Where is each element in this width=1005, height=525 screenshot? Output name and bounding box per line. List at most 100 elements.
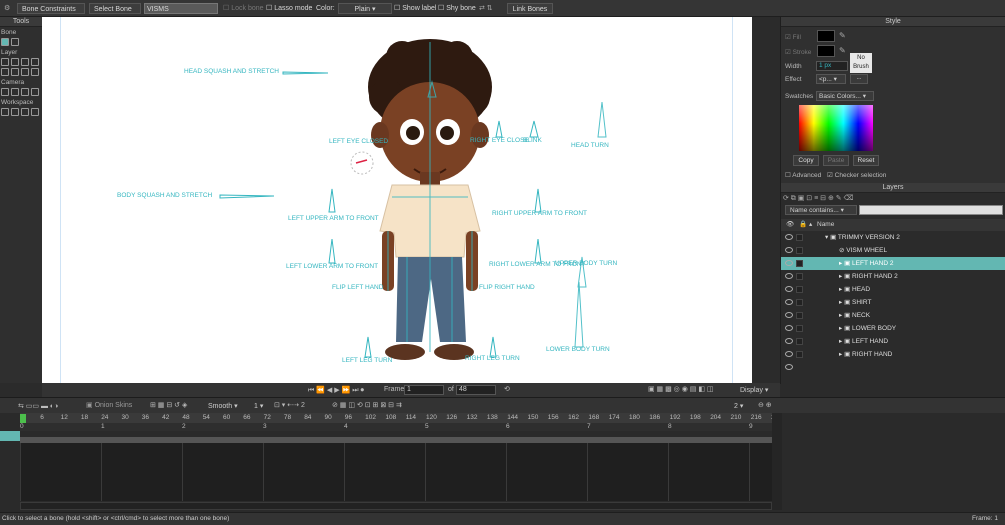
bone-name-field[interactable]: VISMS <box>144 3 218 14</box>
view-mode-icons[interactable]: ▣ ▦ ▩ ◎ ◉ ▤ ◧ ◫ <box>648 385 714 393</box>
frame-ruler[interactable]: 0612182430364248546066727884909610210811… <box>20 413 778 423</box>
layer-row[interactable]: ▸ ▣ LOWER BODY <box>781 322 1005 335</box>
lasso-mode-checkbox[interactable]: ☐ Lasso mode <box>266 3 312 14</box>
interpolation-dropdown[interactable]: Smooth ▾ <box>208 402 238 410</box>
frame-input[interactable]: 1 <box>404 385 444 395</box>
no-brush-button[interactable]: No Brush <box>850 53 872 73</box>
stroke-color-swatch[interactable] <box>817 45 835 57</box>
layer-row[interactable]: ▸ ▣ SHIRT <box>781 296 1005 309</box>
display-menu[interactable]: Display ▾ <box>740 386 768 394</box>
camera-tool-4-icon[interactable] <box>31 88 39 96</box>
stroke-eyedropper-icon[interactable]: ✎ <box>839 46 846 55</box>
camera-tool-3-icon[interactable] <box>21 88 29 96</box>
layer-filter-dropdown[interactable]: Name contains... ▾ <box>785 205 857 215</box>
layer-tool-2-icon[interactable] <box>11 58 19 66</box>
onion-skins-toggle[interactable]: ▣ Onion Skins <box>86 401 132 409</box>
zoom-value[interactable]: 2 ▾ <box>734 402 743 410</box>
layer-color-swatch[interactable] <box>796 234 803 241</box>
color-swatches-grid[interactable] <box>799 105 873 151</box>
effect-options-button[interactable]: ... <box>850 74 868 84</box>
canvas[interactable]: HEAD SQUASH AND STRETCH LEFT EYE CLOSED … <box>42 17 752 383</box>
checker-selection-checkbox[interactable]: ☑ Checker selection <box>827 171 886 179</box>
layer-row[interactable]: ▸ ▣ LEFT HAND 2 <box>781 257 1005 270</box>
timeline-zoom-icon[interactable]: ⊖ ⊕ <box>758 401 772 409</box>
layer-row[interactable]: ⊘ VISM WHEEL <box>781 244 1005 257</box>
layer-tool-1-icon[interactable] <box>1 58 9 66</box>
timeline-tracks[interactable] <box>20 443 772 501</box>
step-control[interactable]: ⊡ ▾ ⇠⇢ 2 <box>274 401 305 409</box>
visibility-eye-icon[interactable] <box>785 312 793 318</box>
visibility-eye-icon[interactable] <box>785 364 793 370</box>
layer-tool-4-icon[interactable] <box>31 58 39 66</box>
layer-color-swatch[interactable] <box>796 351 803 358</box>
sort-chevron-icon[interactable]: ▴ <box>809 219 812 231</box>
eyedropper-tool-icon[interactable] <box>31 68 39 76</box>
visibility-eye-icon[interactable] <box>785 234 793 240</box>
copy-button[interactable]: Copy <box>793 155 819 166</box>
swatches-dropdown[interactable]: Basic Colors... ▾ <box>816 91 874 101</box>
layer-color-swatch[interactable] <box>796 273 803 280</box>
select-bone-dropdown[interactable]: Select Bone ▾ <box>89 3 141 24</box>
interp-value[interactable]: 1 ▾ <box>254 402 263 410</box>
visibility-eye-icon[interactable] <box>785 338 793 344</box>
layer-row[interactable]: ▸ ▣ RIGHT HAND <box>781 348 1005 361</box>
visibility-eye-icon[interactable] <box>785 273 793 279</box>
layer-color-swatch[interactable] <box>796 325 803 332</box>
layer-row[interactable]: ▸ ▣ NECK <box>781 309 1005 322</box>
key-tool-icons[interactable]: ⊞ ▦ ⊟ ↺ ◈ <box>150 401 187 409</box>
layer-color-swatch[interactable] <box>796 260 803 267</box>
layer-row[interactable]: ▾ ▣ TRIMMY VERSION 2 <box>781 231 1005 244</box>
rotate-tool-icon[interactable] <box>21 108 29 116</box>
hand-tool-icon[interactable] <box>1 108 9 116</box>
visibility-eye-icon[interactable] <box>785 299 793 305</box>
playback-controls[interactable]: ⏮ ⏪ ◀ ▶ ⏩ ⏭ ⏺ <box>308 386 364 395</box>
bone-constraints-dropdown[interactable]: Bone Constraints ▾ <box>17 3 85 24</box>
layer-tool-6-icon[interactable] <box>11 68 19 76</box>
name-column-header[interactable]: Name <box>817 219 834 231</box>
layer-action-icons[interactable]: ⟳ ⧉ ▣ ⊡ ≡ ⊟ ⊕ ✎ ⌫ <box>783 194 853 203</box>
camera-tool-1-icon[interactable] <box>1 88 9 96</box>
shy-bone-checkbox[interactable]: ☐ Shy bone <box>438 3 476 14</box>
stroke-checkbox[interactable]: ☑ Stroke <box>785 48 811 56</box>
total-frames-field[interactable]: 48 <box>456 385 496 395</box>
lock-bone-checkbox[interactable]: ☐ Lock bone <box>223 3 264 14</box>
paste-button[interactable]: Paste <box>823 155 849 166</box>
zoom-tool-icon[interactable] <box>11 108 19 116</box>
layer-color-swatch[interactable] <box>796 338 803 345</box>
visibility-eye-icon[interactable] <box>785 247 793 253</box>
layer-row-empty[interactable] <box>781 361 1005 374</box>
view-tool-icon[interactable] <box>31 108 39 116</box>
select-bone-tool-icon[interactable] <box>1 38 9 46</box>
color-dropdown[interactable]: Plain ▾ <box>338 3 392 14</box>
layer-color-swatch[interactable] <box>796 286 803 293</box>
timeline-tool-icons[interactable]: ⇆ ▭▭ ▬ ◐◑ <box>18 402 58 410</box>
visibility-eye-icon[interactable] <box>785 351 793 357</box>
text-tool-icon[interactable] <box>21 68 29 76</box>
fill-color-swatch[interactable] <box>817 30 835 42</box>
fill-checkbox[interactable]: ☑ Fill <box>785 33 801 41</box>
layer-row[interactable]: ▸ ▣ RIGHT HAND 2 <box>781 270 1005 283</box>
flip-icon[interactable]: ⇄ ⇅ <box>479 3 493 14</box>
visibility-eye-icon[interactable] <box>785 260 793 266</box>
layer-tool-3-icon[interactable] <box>21 58 29 66</box>
link-bones-button[interactable]: Link Bones <box>507 3 553 14</box>
timeline-h-scrollbar[interactable] <box>20 502 772 510</box>
layer-color-swatch[interactable] <box>796 299 803 306</box>
layer-color-swatch[interactable] <box>796 312 803 319</box>
playhead-marker[interactable] <box>20 414 26 423</box>
effect-dropdown[interactable]: <p... ▾ <box>816 74 846 84</box>
camera-tool-2-icon[interactable] <box>11 88 19 96</box>
layer-tool-5-icon[interactable] <box>1 68 9 76</box>
visibility-eye-icon[interactable] <box>785 325 793 331</box>
loop-icon[interactable]: ⟲ <box>504 385 510 393</box>
width-field[interactable]: 1 px <box>816 61 848 71</box>
visibility-eye-icon[interactable] <box>785 286 793 292</box>
advanced-checkbox[interactable]: ☐ Advanced <box>785 171 821 179</box>
layer-row[interactable]: ▸ ▣ LEFT HAND <box>781 335 1005 348</box>
channel-selector[interactable] <box>0 431 20 441</box>
timeline-v-scrollbar[interactable] <box>772 413 782 510</box>
show-label-checkbox[interactable]: ☐ Show label <box>394 3 436 14</box>
layer-row[interactable]: ▸ ▣ HEAD <box>781 283 1005 296</box>
reset-button[interactable]: Reset <box>853 155 879 166</box>
fill-eyedropper-icon[interactable]: ✎ <box>839 31 846 40</box>
